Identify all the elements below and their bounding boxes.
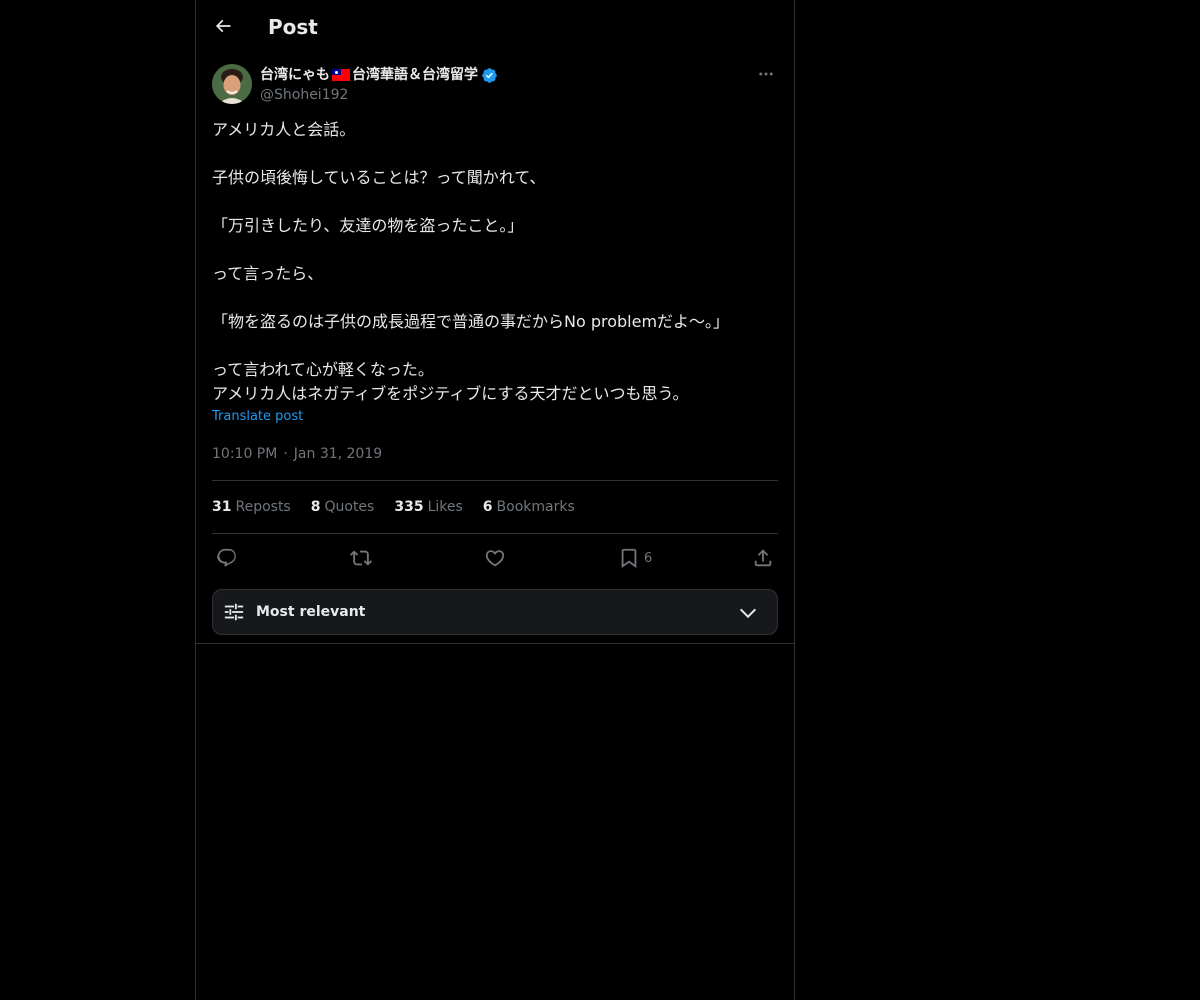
bookmark-icon xyxy=(621,548,637,569)
sort-label: Most relevant xyxy=(256,604,366,620)
bookmark-button[interactable]: 6 xyxy=(618,546,652,570)
share-button[interactable] xyxy=(752,546,774,570)
likes-label: Likes xyxy=(427,499,463,515)
reposts-count: 31 xyxy=(212,499,232,515)
like-button[interactable] xyxy=(484,546,506,570)
share-icon xyxy=(754,549,772,567)
bookmarks-count: 6 xyxy=(482,499,493,515)
verified-badge-icon xyxy=(481,67,498,84)
repost-button[interactable] xyxy=(350,546,372,570)
timestamp-separator: · xyxy=(283,446,288,462)
author-name-prefix: 台湾にゃも xyxy=(260,67,330,83)
repost-icon xyxy=(350,550,372,566)
quotes-stat[interactable]: 8 Quotes xyxy=(311,497,375,517)
author-handle[interactable]: @Shohei192 xyxy=(260,85,348,105)
likes-stat[interactable]: 335 Likes xyxy=(394,497,462,517)
taiwan-flag-icon xyxy=(332,69,350,81)
more-options-button[interactable] xyxy=(754,64,778,84)
divider xyxy=(212,480,778,481)
reposts-label: Reposts xyxy=(235,499,291,515)
page-title: Post xyxy=(268,15,318,39)
avatar-image xyxy=(212,64,252,104)
chevron-down-icon xyxy=(739,608,757,619)
post-text: アメリカ人と会話。 子供の頃後悔していることは？って聞かれて、 「万引きしたり、… xyxy=(212,120,730,403)
post-timestamp[interactable]: 10:10 PM · Jan 31, 2019 xyxy=(212,444,382,464)
author-name[interactable]: 台湾にゃも 台湾華語＆台湾留学 xyxy=(260,65,498,85)
reply-icon xyxy=(217,548,236,567)
divider xyxy=(212,533,778,534)
bookmarks-stat[interactable]: 6 Bookmarks xyxy=(483,497,575,517)
translate-post-link[interactable]: Translate post xyxy=(212,408,303,426)
sliders-icon xyxy=(224,603,244,621)
heart-icon xyxy=(485,550,505,567)
page-header: Post xyxy=(196,0,794,53)
section-divider xyxy=(196,643,794,644)
avatar[interactable] xyxy=(212,64,252,104)
more-horizontal-icon xyxy=(759,72,773,76)
post-date: Jan 31, 2019 xyxy=(293,446,383,462)
reply-button[interactable] xyxy=(216,546,238,570)
arrow-left-icon xyxy=(215,19,231,33)
bookmark-count: 6 xyxy=(644,550,653,566)
reposts-stat[interactable]: 31 Reposts xyxy=(212,497,291,517)
quotes-count: 8 xyxy=(310,499,321,515)
main-column: Post 台湾にゃも 台湾華語＆台湾留学 @Shohei192 アメリカ人と会話… xyxy=(195,0,795,1000)
post-time: 10:10 PM xyxy=(212,446,278,462)
bookmarks-label: Bookmarks xyxy=(496,499,575,515)
quotes-label: Quotes xyxy=(324,499,375,515)
sort-replies-dropdown[interactable]: Most relevant xyxy=(212,589,778,635)
likes-count: 335 xyxy=(394,499,424,515)
back-button[interactable] xyxy=(208,11,238,41)
action-bar: 6 xyxy=(212,544,778,572)
author-name-suffix: 台湾華語＆台湾留学 xyxy=(352,67,478,83)
post-stats: 31 Reposts 8 Quotes 335 Likes 6 Bookmarks xyxy=(212,497,575,517)
